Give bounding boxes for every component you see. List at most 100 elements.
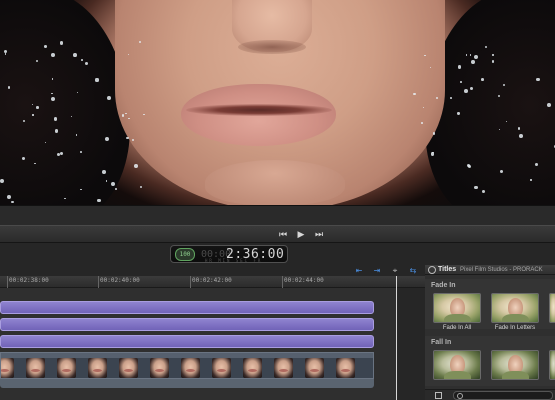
- playhead[interactable]: [396, 276, 397, 400]
- title-group-fade-in: Fade In Fade In All Fade In Letters: [425, 279, 555, 331]
- clip-thumbnail: [243, 358, 262, 378]
- ruler-label: 00:02:42:00: [192, 277, 232, 284]
- snowflake: [492, 54, 494, 56]
- clip-thumbnail: [26, 358, 45, 378]
- skimming-icon[interactable]: ⇥: [371, 266, 383, 275]
- thumbnail-subject-body: [444, 314, 471, 322]
- titles-icon[interactable]: [428, 266, 436, 274]
- timeline-tracks: [0, 288, 425, 400]
- snowflake: [457, 65, 462, 69]
- sidebar-toggle-icon[interactable]: [435, 392, 442, 399]
- clip-thumbnail: [150, 358, 169, 378]
- search-input[interactable]: [453, 391, 553, 400]
- clip-thumbnail: [119, 358, 138, 378]
- video-clip[interactable]: [0, 352, 374, 379]
- titles-browser-footer: [425, 389, 555, 400]
- snowflake: [473, 54, 478, 59]
- snowflake: [457, 112, 460, 115]
- snowflake: [35, 60, 38, 63]
- snowflake: [459, 80, 462, 83]
- snowflake: [44, 141, 47, 143]
- transport-bar: ⏮ ▶ ⏭: [0, 225, 555, 243]
- dashboard-row: 100 00:00 2:36:00 HR MIN SEC FR: [0, 243, 555, 265]
- snowflake: [465, 54, 468, 56]
- snowflake: [22, 119, 25, 122]
- snowflake: [471, 59, 475, 64]
- clip-thumbnail: [274, 358, 293, 378]
- snowflake: [534, 163, 538, 167]
- skip-back-icon[interactable]: ⏮: [274, 228, 292, 241]
- title-group-label: Fade In: [431, 282, 456, 289]
- snowflake: [79, 150, 82, 153]
- viewer-toolbar: [0, 205, 555, 225]
- snowflake: [84, 61, 88, 65]
- title-label: Fade In Letters: [494, 325, 536, 331]
- snowflake: [7, 86, 10, 89]
- title-group-fall-in: Fall In: [425, 336, 555, 386]
- ruler-label: 00:02:44:00: [284, 277, 324, 284]
- snowflake: [115, 187, 117, 190]
- ruler-label: 00:02:40:00: [100, 277, 140, 284]
- clip-thumbnail: [1, 358, 14, 378]
- timeline: ⇤ ⇥ ⌖ ⇆ 00:02:38:00 00:02:40:00 00:02:42…: [0, 265, 425, 400]
- timeline-toolbar: ⇤ ⇥ ⌖ ⇆: [0, 265, 425, 276]
- snapping-icon[interactable]: ⇤: [353, 266, 365, 275]
- timeline-ruler[interactable]: 00:02:38:00 00:02:40:00 00:02:42:00 00:0…: [0, 276, 425, 288]
- snowflake: [422, 106, 424, 108]
- title-thumbnail-fade-in-letters[interactable]: [491, 293, 539, 323]
- title-thumbnail-fade-in-all[interactable]: [433, 293, 481, 323]
- viewer-image-hair-left: [0, 0, 130, 205]
- titles-browser-header: Titles Pixel Film Studios - PRORACK: [425, 265, 555, 275]
- snowflake: [463, 89, 468, 94]
- snowflake: [105, 180, 107, 182]
- snowflake: [127, 53, 129, 55]
- viewer-image-lip-line: [186, 104, 332, 116]
- clip-thumbnail: [336, 358, 355, 378]
- ruler-tick: [282, 276, 283, 288]
- title-clip[interactable]: [0, 318, 374, 331]
- snowflake: [32, 114, 34, 116]
- title-thumbnail-partial[interactable]: [549, 350, 555, 380]
- title-clip[interactable]: [0, 335, 374, 348]
- viewer-image-nose-shadow: [238, 40, 306, 54]
- snowflake: [76, 91, 78, 94]
- snowflake: [530, 179, 532, 181]
- snowflake: [107, 95, 111, 100]
- ruler-label: 00:02:38:00: [9, 277, 49, 284]
- skip-forward-icon[interactable]: ⏭: [310, 228, 328, 241]
- audio-skimming-icon[interactable]: ⌖: [389, 266, 401, 275]
- snowflake: [121, 114, 124, 117]
- snowflake: [70, 115, 72, 117]
- snowflake: [133, 164, 138, 169]
- titles-browser: Titles Pixel Film Studios - PRORACK Fade…: [425, 265, 555, 400]
- snowflake: [36, 106, 39, 109]
- snowflake: [97, 198, 101, 203]
- snowflake: [10, 200, 14, 204]
- snowflake: [142, 113, 145, 116]
- title-clip[interactable]: [0, 301, 374, 314]
- snowflake: [450, 96, 453, 99]
- solo-icon[interactable]: ⇆: [407, 266, 419, 275]
- snowflake: [73, 52, 78, 57]
- title-thumbnail-partial[interactable]: [549, 293, 555, 323]
- title-thumbnail[interactable]: [491, 350, 539, 380]
- clip-thumbnail: [57, 358, 76, 378]
- ruler-tick: [190, 276, 191, 288]
- snowflake: [517, 127, 521, 130]
- snowflake: [111, 181, 116, 186]
- title-label: Fade In All: [442, 325, 472, 331]
- thumbnail-subject-body: [502, 371, 529, 379]
- titles-browser-category: Pixel Film Studios - PRORACK: [460, 267, 543, 273]
- timecode-display[interactable]: 100 00:00 2:36:00 HR MIN SEC FR: [170, 245, 288, 263]
- audio-clip[interactable]: [0, 379, 374, 388]
- clip-thumbnail: [305, 358, 324, 378]
- timeline-overflow-area: [396, 288, 425, 400]
- clip-thumbnail: [212, 358, 231, 378]
- play-icon[interactable]: ▶: [292, 228, 310, 241]
- snowflake: [81, 59, 84, 61]
- timecode-percent-badge: 100: [175, 248, 195, 261]
- ruler-tick: [7, 276, 8, 288]
- title-thumbnail[interactable]: [433, 350, 481, 380]
- ruler-tick: [98, 276, 99, 288]
- snowflake: [421, 122, 423, 124]
